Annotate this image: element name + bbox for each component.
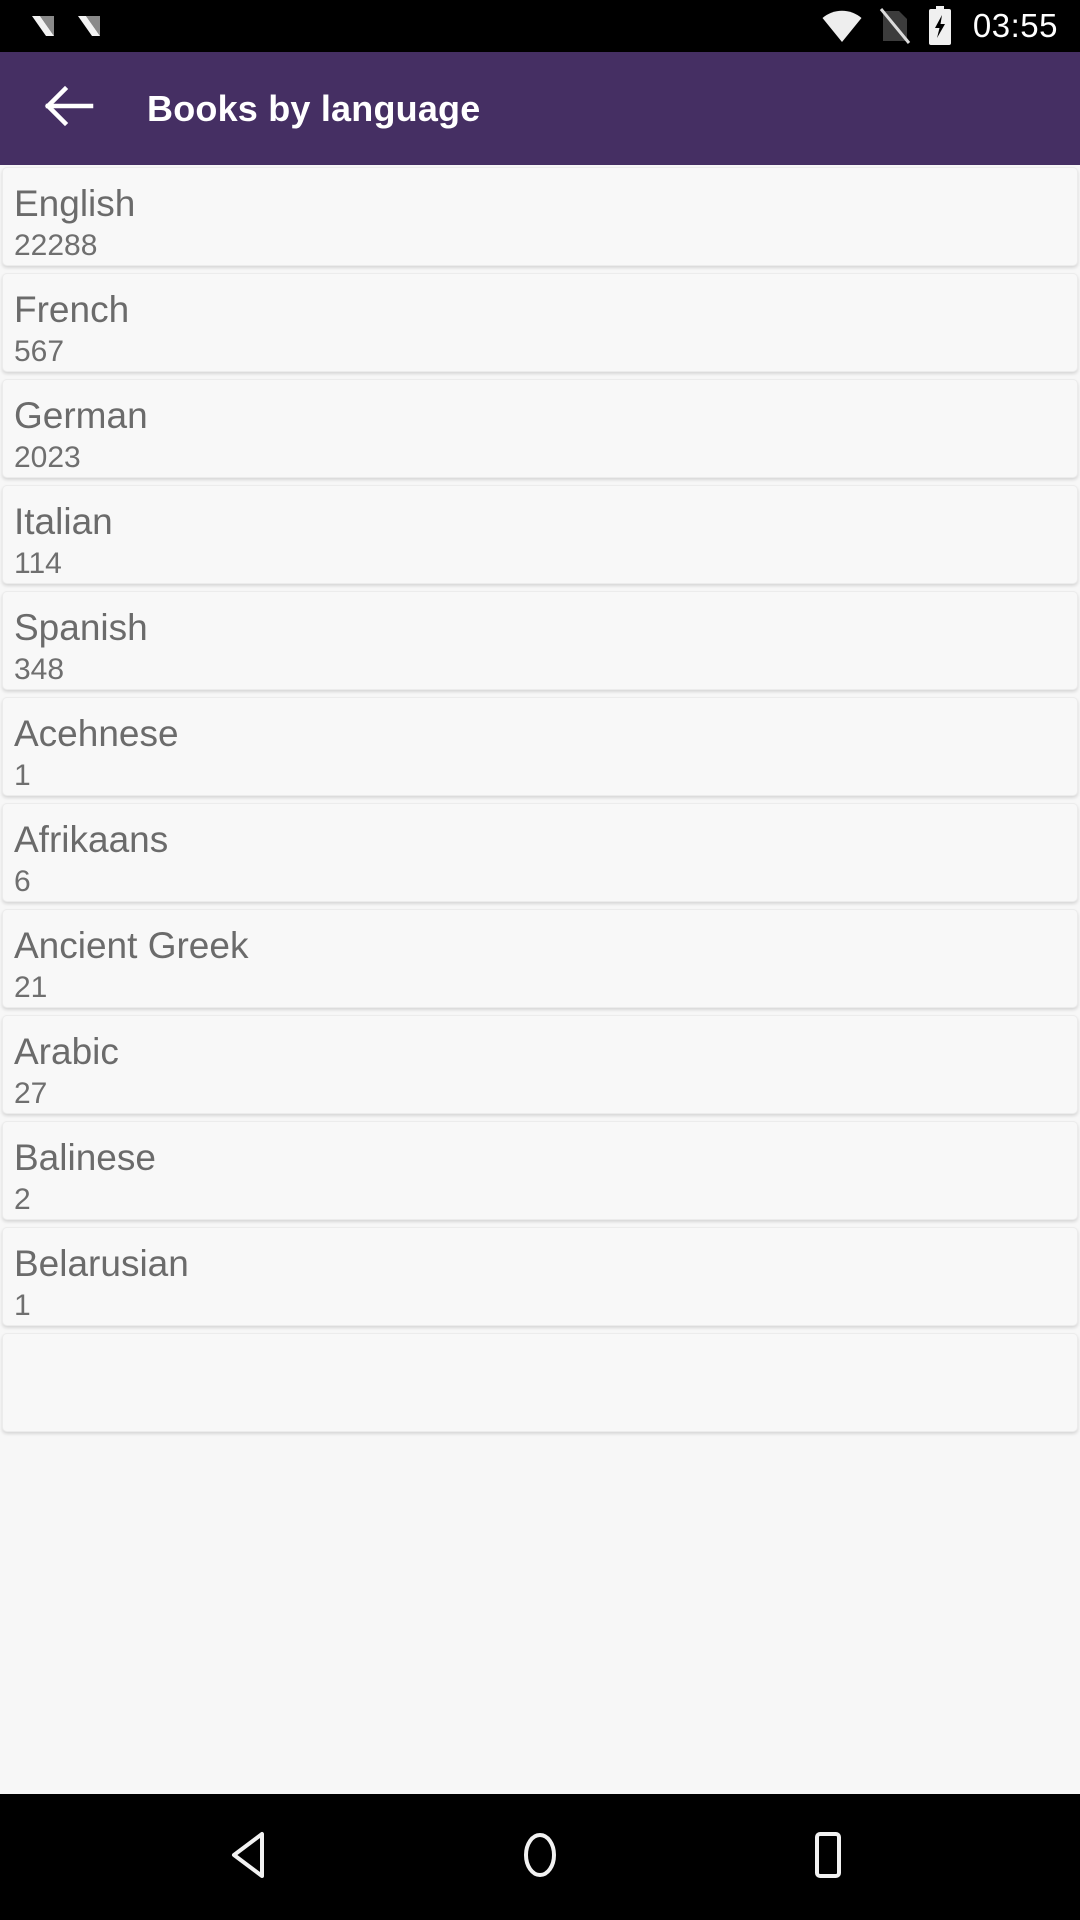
language-name: French (14, 289, 130, 330)
language-count: 2 (14, 1183, 31, 1216)
language-name: Balinese (14, 1137, 156, 1178)
list-item[interactable]: Afrikaans 6 (2, 803, 1078, 902)
language-count: 114 (14, 547, 62, 580)
language-count: 2023 (14, 441, 81, 474)
no-sim-icon (879, 7, 911, 45)
language-name: English (14, 183, 136, 224)
status-clock: 03:55 (972, 6, 1058, 44)
app-bar: Books by language (0, 52, 1080, 165)
language-name: Spanish (14, 607, 148, 648)
nav-recents-button[interactable] (782, 1812, 872, 1902)
wifi-icon (821, 9, 863, 43)
language-name: Italian (14, 501, 113, 542)
list-item[interactable]: Belarusian 1 (2, 1227, 1078, 1326)
battery-charging-icon (927, 6, 953, 46)
language-count: 567 (14, 335, 65, 368)
status-indicators: 03:55 (821, 6, 1058, 46)
list-item[interactable]: Balinese 2 (2, 1121, 1078, 1220)
language-name: Afrikaans (14, 819, 169, 860)
android-navigation-bar (0, 1794, 1080, 1920)
nav-back-button[interactable] (208, 1812, 298, 1902)
language-name: Ancient Greek (14, 925, 249, 966)
list-item[interactable]: Arabic 27 (2, 1015, 1078, 1114)
language-name: Arabic (14, 1031, 119, 1072)
list-item[interactable]: French 567 (2, 273, 1078, 372)
nav-back-triangle-icon (229, 1829, 277, 1886)
language-list[interactable]: English 22288 French 567 German 2023 Ita… (0, 165, 1080, 1794)
back-button[interactable] (38, 78, 100, 140)
list-item[interactable]: Italian 114 (2, 485, 1078, 584)
nav-home-circle-icon (516, 1829, 564, 1886)
list-item[interactable]: Ancient Greek 21 (2, 909, 1078, 1008)
language-count: 1 (14, 759, 31, 792)
language-name: German (14, 395, 148, 436)
nougat-n-icon (74, 10, 104, 42)
list-item[interactable] (2, 1333, 1078, 1432)
list-item[interactable]: English 22288 (2, 167, 1078, 266)
nav-recents-square-icon (803, 1829, 851, 1886)
language-count: 1 (14, 1289, 31, 1322)
language-name: Acehnese (14, 713, 179, 754)
nougat-n-icon (28, 10, 58, 42)
nav-home-button[interactable] (495, 1812, 585, 1902)
notification-icons (28, 10, 104, 42)
language-count: 21 (14, 971, 48, 1004)
language-count: 22288 (14, 229, 98, 262)
language-count: 348 (14, 653, 65, 686)
language-count: 27 (14, 1077, 48, 1110)
language-name: Belarusian (14, 1243, 189, 1284)
list-item[interactable]: Spanish 348 (2, 591, 1078, 690)
status-bar: 03:55 (0, 0, 1080, 52)
page-title: Books by language (147, 87, 481, 129)
list-item[interactable]: Acehnese 1 (2, 697, 1078, 796)
back-arrow-icon (43, 85, 95, 132)
list-item[interactable]: German 2023 (2, 379, 1078, 478)
phone-screen: 03:55 Books by language English 22288 Fr… (0, 0, 1080, 1920)
language-count: 6 (14, 865, 31, 898)
